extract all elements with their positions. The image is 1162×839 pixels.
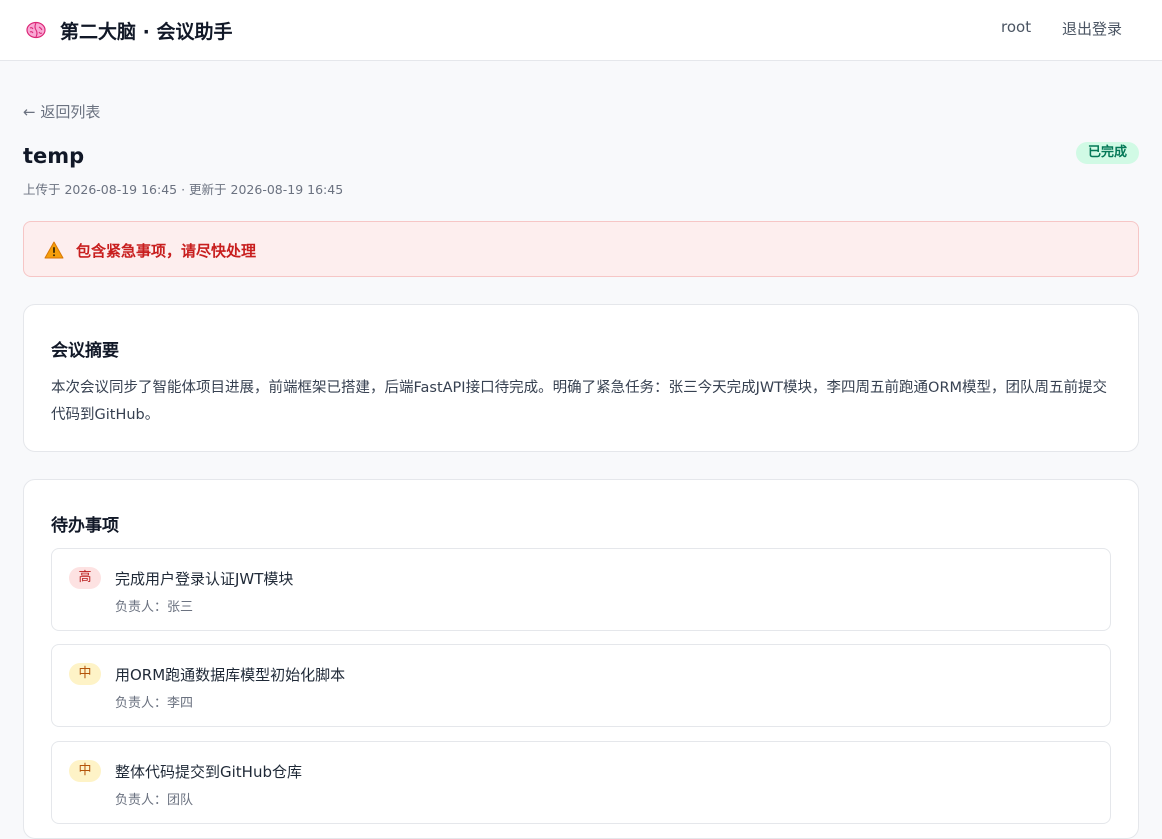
todo-heading: 待办事项 (51, 516, 119, 536)
priority-badge-medium: 中 (69, 663, 101, 685)
alert-message: 包含紧急事项，请尽快处理 (76, 242, 257, 260)
todo-card: 待办事项 高 完成用户登录认证JWT模块 负责人：张三 中 用ORM跑通数据库模… (23, 479, 1139, 839)
todo-owner: 负责人：张三 (115, 600, 194, 615)
urgent-alert: 包含紧急事项，请尽快处理 (23, 221, 1139, 277)
todo-owner: 负责人：李四 (115, 696, 194, 711)
summary-card: 会议摘要 本次会议同步了智能体项目进展，前端框架已搭建，后端FastAPI接口待… (23, 304, 1139, 452)
todo-title: 完成用户登录认证JWT模块 (115, 570, 294, 588)
todo-title: 用ORM跑通数据库模型初始化脚本 (115, 666, 346, 684)
brain-icon (24, 18, 48, 42)
todo-item[interactable]: 中 用ORM跑通数据库模型初始化脚本 负责人：李四 (51, 644, 1111, 727)
meeting-meta: 上传于 2026-08-19 16:45 · 更新于 2026-08-19 16… (23, 182, 344, 197)
brand[interactable]: 第二大脑 · 会议助手 (24, 16, 232, 44)
priority-badge-medium: 中 (69, 760, 101, 782)
user-name-link[interactable]: root (1001, 18, 1031, 36)
todo-item[interactable]: 高 完成用户登录认证JWT模块 负责人：张三 (51, 548, 1111, 631)
meeting-title: temp (23, 144, 85, 168)
summary-text: 本次会议同步了智能体项目进展，前端框架已搭建，后端FastAPI接口待完成。明确… (51, 380, 1108, 423)
summary-heading: 会议摘要 (51, 341, 119, 361)
status-badge: 已完成 (1076, 142, 1139, 164)
todo-owner: 负责人：团队 (115, 793, 194, 808)
logout-button[interactable]: 退出登录 (1062, 18, 1122, 39)
warning-icon (44, 241, 64, 259)
priority-badge-high: 高 (69, 567, 101, 589)
todo-item[interactable]: 中 整体代码提交到GitHub仓库 负责人：团队 (51, 741, 1111, 824)
back-to-list-link[interactable]: ← 返回列表 (23, 101, 100, 122)
top-bar: 第二大脑 · 会议助手 root 退出登录 (0, 0, 1162, 61)
todo-title: 整体代码提交到GitHub仓库 (115, 763, 302, 781)
app-title: 第二大脑 · 会议助手 (60, 20, 233, 43)
